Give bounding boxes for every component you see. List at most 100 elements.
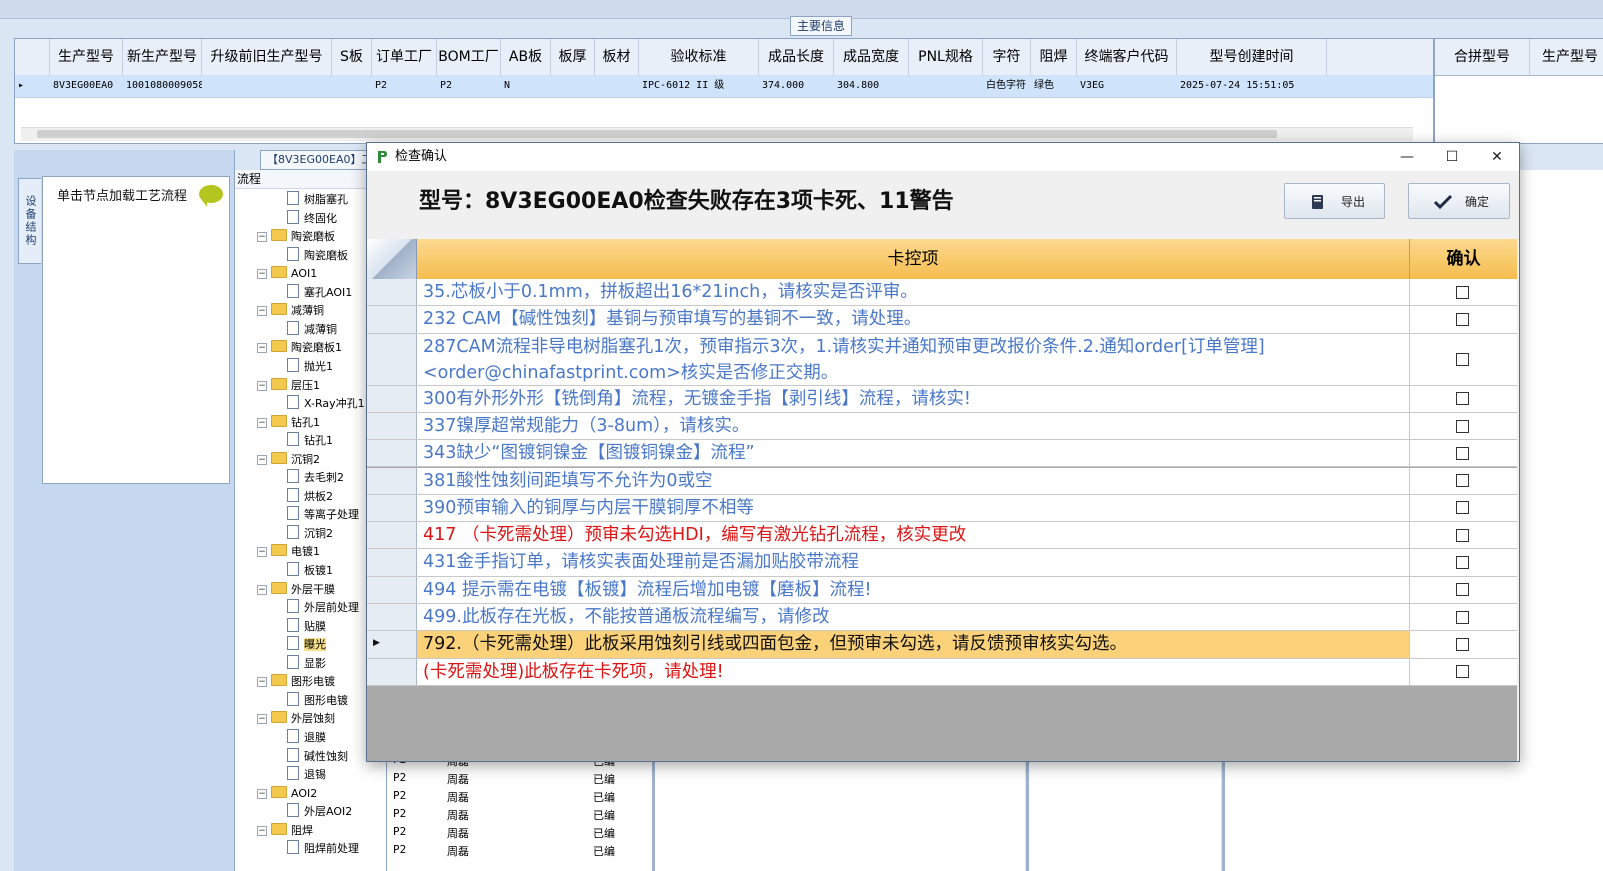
- tree-leaf-node[interactable]: 退锡: [287, 766, 326, 784]
- check-item-row[interactable]: 287CAM流程非导电树脂塞孔1次，预审指示3次，1.请核实并通知预审更改报价条…: [367, 333, 1517, 386]
- row-header[interactable]: ▶: [367, 631, 417, 658]
- check-item-row[interactable]: (卡死需处理)此板存在卡死项，请处理!: [367, 658, 1517, 686]
- horizontal-scrollbar[interactable]: [21, 127, 1413, 141]
- tree-folder-node[interactable]: − 减薄铜: [257, 302, 324, 320]
- main-col-header[interactable]: 新生产型号: [123, 39, 202, 75]
- main-grid-cell[interactable]: 374.000: [759, 75, 834, 97]
- check-item-row[interactable]: 417 （卡死需处理）预审未勾选HDI，编写有激光钻孔流程，核实更改: [367, 522, 1517, 550]
- tree-folder-node[interactable]: − 外层蚀刻: [257, 710, 335, 728]
- main-grid-selected-row[interactable]: ▸ 8V3EG00EA0 10010800090580 P2 P2 N IPC-6012 I…: [15, 75, 1433, 98]
- tree-leaf-node[interactable]: 外层AOI2: [287, 803, 352, 821]
- tree-leaf-node[interactable]: 沉铜2: [287, 524, 333, 543]
- row-header[interactable]: [367, 333, 417, 385]
- main-col-header[interactable]: 字符: [983, 39, 1031, 75]
- tree-leaf-node[interactable]: 塞孔AOI1: [287, 283, 352, 302]
- check-item-row[interactable]: 431金手指订单，请核实表面处理前是否漏加贴胶带流程: [367, 549, 1517, 577]
- main-grid-cell[interactable]: 10010800090580: [123, 75, 202, 97]
- tree-collapse-toggle-icon[interactable]: −: [257, 714, 267, 725]
- main-grid-cell[interactable]: [909, 75, 983, 97]
- close-button[interactable]: ✕: [1475, 143, 1519, 171]
- check-item-row[interactable]: 337镍厚超常规能力（3-8um），请核实。: [367, 412, 1517, 441]
- tree-folder-node[interactable]: − 沉铜2: [257, 451, 320, 469]
- confirm-checkbox[interactable]: [1456, 501, 1469, 515]
- check-item-row[interactable]: 494 提示需在电镀【板镀】流程后增加电镀【磨板】流程!: [367, 576, 1517, 604]
- main-grid-cell[interactable]: P2: [437, 75, 501, 97]
- confirm-checkbox[interactable]: [1456, 285, 1469, 299]
- main-col-header[interactable]: 成品长度: [759, 39, 834, 75]
- tree-folder-node[interactable]: − 图形电镀: [257, 673, 335, 691]
- tree-collapse-toggle-icon[interactable]: −: [257, 380, 267, 391]
- tree-collapse-toggle-icon[interactable]: −: [257, 454, 267, 465]
- confirm-checkbox[interactable]: [1456, 665, 1469, 679]
- row-header[interactable]: [367, 440, 417, 467]
- confirm-checkbox[interactable]: [1456, 446, 1469, 460]
- row-header[interactable]: [367, 494, 417, 522]
- row-header[interactable]: [367, 576, 417, 603]
- check-item-row[interactable]: 300有外形外形【铣倒角】流程，无镀金手指【剥引线】流程，请核实!: [367, 385, 1517, 413]
- tree-collapse-toggle-icon[interactable]: −: [257, 788, 267, 799]
- col-header-confirm[interactable]: 确认: [1410, 239, 1517, 279]
- tree-leaf-node[interactable]: 阻焊前处理: [287, 840, 359, 858]
- tree-leaf-node[interactable]: 陶瓷磨板: [287, 246, 348, 265]
- row-header[interactable]: [367, 658, 417, 685]
- main-grid-cell[interactable]: [551, 75, 595, 97]
- tree-leaf-node[interactable]: 板镀1: [287, 562, 333, 580]
- vertical-tab-equipment[interactable]: 设备结构: [18, 178, 41, 264]
- tree-folder-node[interactable]: − 陶瓷磨板1: [257, 339, 342, 357]
- tree-leaf-node[interactable]: 去毛刺2: [287, 469, 344, 487]
- confirm-checkbox[interactable]: [1456, 312, 1469, 326]
- tree-leaf-node[interactable]: 等离子处理: [287, 506, 359, 524]
- check-item-row[interactable]: 343缺少“图镀铜镍金【图镀铜镍金】流程”: [367, 440, 1517, 468]
- check-item-row[interactable]: 390预审输入的铜厚与内层干膜铜厚不相等: [367, 494, 1517, 523]
- main-grid-cell[interactable]: [202, 75, 332, 97]
- row-header[interactable]: [367, 412, 417, 440]
- maximize-button[interactable]: ☐: [1430, 143, 1474, 171]
- tree-collapse-toggle-icon[interactable]: −: [257, 677, 267, 688]
- main-col-header[interactable]: 终端客户代码: [1077, 39, 1177, 75]
- tree-leaf-node[interactable]: 曝光: [287, 636, 326, 654]
- main-grid-cell[interactable]: 304.800: [834, 75, 909, 97]
- row-header[interactable]: [367, 467, 417, 494]
- merge-col-production-model[interactable]: 生产型号: [1530, 39, 1603, 75]
- row-header[interactable]: [367, 549, 417, 576]
- tree-folder-node[interactable]: − 电镀1: [257, 543, 320, 561]
- check-item-row[interactable]: ▶ 792.（卡死需处理）此板采用蚀刻引线或四面包金，但预审未勾选，请反馈预审核实…: [367, 631, 1518, 659]
- main-col-header[interactable]: 型号创建时间: [1177, 39, 1327, 75]
- tree-folder-node[interactable]: − 陶瓷磨板: [257, 228, 335, 246]
- tree-collapse-toggle-icon[interactable]: −: [257, 306, 267, 317]
- export-button[interactable]: 导出: [1284, 183, 1385, 219]
- scrollbar-thumb[interactable]: [37, 130, 1277, 138]
- tree-leaf-node[interactable]: 外层前处理: [287, 599, 359, 617]
- check-item-row[interactable]: 35.芯板小于0.1mm，拼板超出16*21inch，请核实是否评审。: [367, 279, 1517, 307]
- confirm-checkbox[interactable]: [1456, 610, 1469, 624]
- tree-leaf-node[interactable]: 抛光1: [287, 357, 333, 376]
- main-col-header[interactable]: PNL规格: [909, 39, 983, 75]
- main-col-header[interactable]: 成品宽度: [834, 39, 909, 75]
- main-grid-corner[interactable]: [15, 39, 50, 75]
- main-col-header[interactable]: 板材: [595, 39, 639, 75]
- row-header[interactable]: [367, 385, 417, 412]
- tree-leaf-node[interactable]: 钻孔1: [287, 432, 333, 450]
- confirm-checkbox[interactable]: [1456, 419, 1469, 433]
- tree-collapse-toggle-icon[interactable]: −: [257, 584, 267, 595]
- main-col-header[interactable]: 验收标准: [639, 39, 759, 75]
- tree-leaf-node[interactable]: 图形电镀: [287, 691, 348, 710]
- tree-folder-node[interactable]: − 层压1: [257, 377, 320, 395]
- main-grid-cell[interactable]: N: [501, 75, 551, 97]
- check-item-row[interactable]: 499.此板存在光板，不能按普通板流程编写，请修改: [367, 604, 1517, 632]
- main-col-header[interactable]: BOM工厂: [437, 39, 501, 75]
- row-header[interactable]: [367, 306, 417, 333]
- main-grid-cell[interactable]: [595, 75, 639, 97]
- tree-collapse-toggle-icon[interactable]: −: [257, 232, 267, 243]
- row-header[interactable]: [367, 279, 417, 306]
- main-col-header[interactable]: S板: [332, 39, 372, 75]
- tree-leaf-node[interactable]: X-Ray冲孔1: [287, 395, 365, 413]
- col-header-check-item[interactable]: 卡控项: [417, 239, 1410, 279]
- confirm-checkbox[interactable]: [1456, 637, 1469, 651]
- main-grid-cell[interactable]: V3EG: [1077, 75, 1177, 97]
- main-grid-cell[interactable]: 白色字符: [983, 75, 1031, 97]
- main-col-header[interactable]: AB板: [501, 39, 551, 75]
- confirm-checkbox[interactable]: [1456, 474, 1469, 488]
- tree-leaf-node[interactable]: 烘板2: [287, 487, 333, 506]
- tree-folder-node[interactable]: − 钻孔1: [257, 414, 320, 432]
